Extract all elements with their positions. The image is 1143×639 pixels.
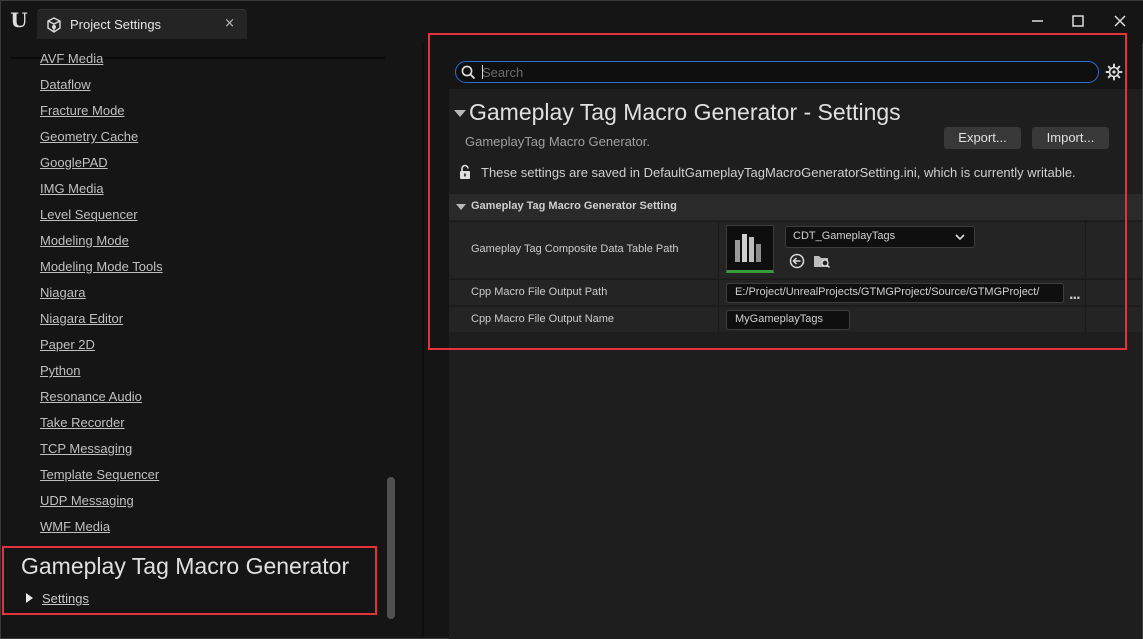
use-selected-asset-icon[interactable] (789, 253, 805, 269)
sidebar-item-settings-label[interactable]: Settings (42, 591, 89, 606)
browse-asset-folder-icon[interactable] (813, 253, 831, 269)
sidebar-item-resonance-audio[interactable]: Resonance Audio (40, 386, 163, 412)
export-button[interactable]: Export... (944, 127, 1021, 149)
browse-path-button[interactable]: ... (1069, 288, 1081, 302)
gear-icon[interactable] (1105, 63, 1123, 81)
category-title: Gameplay Tag Macro Generator Setting (471, 200, 677, 212)
maximize-icon[interactable] (1067, 10, 1089, 32)
data-table-icon (735, 234, 761, 262)
search-icon (461, 65, 476, 80)
sidebar-item-level-sequencer[interactable]: Level Sequencer (40, 204, 163, 230)
project-settings-window: U Project Settings × AVF Media Dataflow … (0, 0, 1143, 639)
settings-sidebar: AVF Media Dataflow Fracture Mode Geometr… (1, 43, 399, 637)
column-splitter[interactable] (718, 307, 719, 332)
sidebar-list: AVF Media Dataflow Fracture Mode Geometr… (40, 48, 163, 542)
sidebar-item-dataflow[interactable]: Dataflow (40, 74, 163, 100)
column-splitter[interactable] (718, 222, 719, 278)
sidebar-item-modeling-mode[interactable]: Modeling Mode (40, 230, 163, 256)
column-splitter[interactable] (1085, 222, 1086, 278)
close-icon[interactable] (1109, 10, 1131, 32)
search-box[interactable] (455, 61, 1099, 83)
sidebar-item-paper-2d[interactable]: Paper 2D (40, 334, 163, 360)
tab-close-icon[interactable]: × (224, 16, 235, 31)
minimize-icon[interactable] (1027, 10, 1049, 32)
column-splitter[interactable] (718, 280, 719, 305)
sidebar-scrollbar[interactable] (387, 477, 395, 619)
asset-picker-combo[interactable]: CDT_GameplayTags (785, 226, 975, 248)
sidebar-item-geometry-cache[interactable]: Geometry Cache (40, 126, 163, 152)
sidebar-item-take-recorder[interactable]: Take Recorder (40, 412, 163, 438)
property-row-data-table-path: Gameplay Tag Composite Data Table Path C… (449, 221, 1142, 278)
unreal-logo-icon[interactable]: U (7, 8, 31, 32)
page-title: Gameplay Tag Macro Generator - Settings (469, 99, 901, 125)
property-row-output-path: Cpp Macro File Output Path E:/Project/Un… (449, 279, 1142, 305)
asset-thumbnail[interactable] (726, 225, 774, 273)
property-row-output-name: Cpp Macro File Output Name MyGameplayTag… (449, 306, 1142, 332)
sidebar-section-gameplay-tag-macro-generator: Gameplay Tag Macro Generator Settings (2, 546, 377, 615)
title-bar: U Project Settings × (1, 1, 1143, 43)
unlocked-padlock-icon (460, 164, 470, 179)
chevron-down-icon (955, 234, 965, 241)
tab-project-settings[interactable]: Project Settings × (37, 9, 247, 39)
sidebar-section-title: Gameplay Tag Macro Generator (21, 553, 350, 579)
output-name-field[interactable]: MyGameplayTags (726, 310, 850, 330)
settings-cube-icon (47, 17, 61, 33)
collapse-arrow-icon[interactable] (454, 110, 466, 117)
asset-picker-value: CDT_GameplayTags (793, 230, 896, 242)
category-header[interactable]: Gameplay Tag Macro Generator Setting (449, 194, 1142, 220)
sidebar-item-python[interactable]: Python (40, 360, 163, 386)
property-name: Gameplay Tag Composite Data Table Path (471, 243, 679, 255)
sidebar-item-tcp-messaging[interactable]: TCP Messaging (40, 438, 163, 464)
sidebar-item-googlepad[interactable]: GooglePAD (40, 152, 163, 178)
settings-header: Gameplay Tag Macro Generator - Settings … (449, 91, 1142, 191)
column-splitter[interactable] (1085, 307, 1086, 332)
sidebar-item-avf-media[interactable]: AVF Media (40, 48, 163, 74)
sidebar-item-img-media[interactable]: IMG Media (40, 178, 163, 204)
property-name: Cpp Macro File Output Path (471, 286, 608, 298)
text-caret (482, 65, 483, 79)
column-splitter[interactable] (1085, 280, 1086, 305)
output-path-field[interactable]: E:/Project/UnrealProjects/GTMGProject/So… (726, 283, 1064, 303)
expand-arrow-icon[interactable] (26, 593, 33, 603)
collapse-arrow-icon[interactable] (456, 204, 466, 210)
sidebar-item-template-sequencer[interactable]: Template Sequencer (40, 464, 163, 490)
search-input[interactable] (482, 63, 1082, 81)
sidebar-item-wmf-media[interactable]: WMF Media (40, 516, 163, 542)
writable-notice: These settings are saved in DefaultGamep… (481, 165, 1076, 180)
tab-title: Project Settings (70, 17, 162, 32)
property-name: Cpp Macro File Output Name (471, 313, 615, 325)
sidebar-item-niagara[interactable]: Niagara (40, 282, 163, 308)
sidebar-item-modeling-mode-tools[interactable]: Modeling Mode Tools (40, 256, 163, 282)
import-button[interactable]: Import... (1032, 127, 1109, 149)
sidebar-item-fracture-mode[interactable]: Fracture Mode (40, 100, 163, 126)
page-description: GameplayTag Macro Generator. (465, 134, 650, 149)
sidebar-item-udp-messaging[interactable]: UDP Messaging (40, 490, 163, 516)
sidebar-item-niagara-editor[interactable]: Niagara Editor (40, 308, 163, 334)
details-panel: Gameplay Tag Macro Generator - Settings … (424, 33, 1142, 639)
